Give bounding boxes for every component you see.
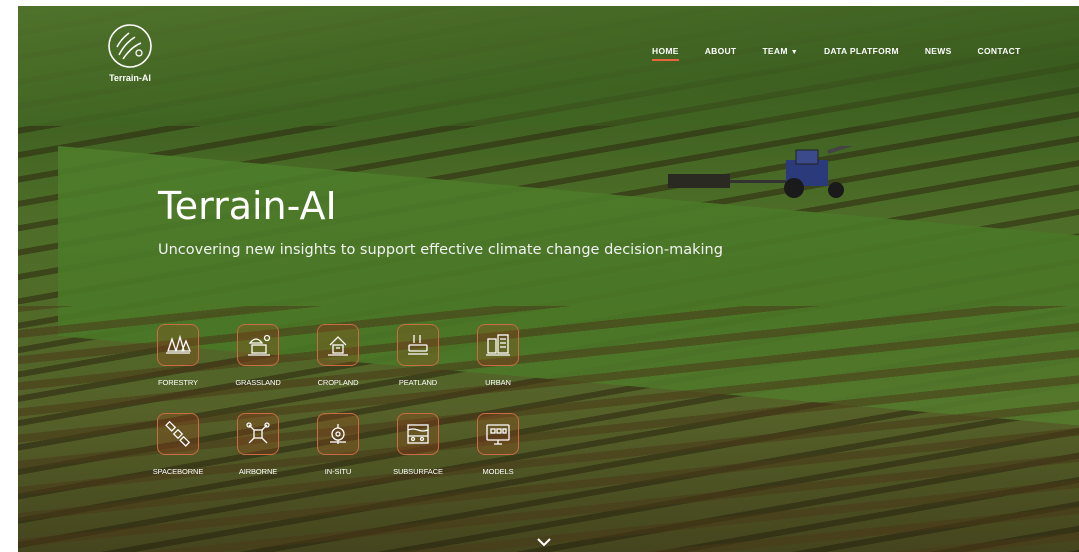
nav-team-label: TEAM: [762, 46, 788, 56]
monitor-model-icon: [486, 424, 510, 445]
peatland-icon: [408, 335, 428, 355]
cropland-icon: [328, 336, 348, 356]
hero-subtitle: Uncovering new insights to support effec…: [158, 242, 723, 258]
terrain-ai-logo-icon: [108, 24, 152, 68]
nav-news[interactable]: NEWS: [925, 46, 952, 56]
category-spaceborne[interactable]: SPACEBORNE: [138, 413, 218, 476]
category-forestry[interactable]: FORESTRY: [138, 324, 218, 387]
nav-about[interactable]: ABOUT: [705, 46, 737, 56]
logo-text: Terrain-AI: [109, 73, 151, 83]
hero-background: Terrain-AI HOME ABOUT TEAM ▼ DATA PLATFOR…: [18, 6, 1079, 552]
scroll-down-icon[interactable]: [536, 536, 552, 548]
nav-home[interactable]: HOME: [652, 46, 679, 61]
urban-icon: [486, 334, 510, 356]
category-grassland[interactable]: GRASSLAND: [218, 324, 298, 387]
tractor-image: [668, 146, 858, 198]
drone-icon: [246, 422, 270, 444]
forest-icon: [166, 334, 191, 354]
category-airborne[interactable]: AIRBORNE: [218, 413, 298, 476]
grassland-icon: [248, 334, 271, 356]
satellite-icon: [165, 420, 191, 447]
category-cropland[interactable]: CROPLAND: [298, 324, 378, 387]
nav-data-platform[interactable]: DATA PLATFORM: [824, 46, 899, 56]
category-in-situ[interactable]: IN-SITU: [298, 413, 378, 476]
category-models[interactable]: MODELS: [458, 413, 538, 476]
sensor-icon: [330, 424, 346, 444]
hero-title: Terrain-AI: [158, 184, 337, 228]
chevron-down-icon: ▼: [790, 49, 798, 56]
nav-contact[interactable]: CONTACT: [978, 46, 1021, 56]
category-urban[interactable]: URBAN: [458, 324, 538, 387]
nav-team[interactable]: TEAM ▼: [762, 46, 798, 56]
soil-layers-icon: [407, 424, 429, 444]
category-subsurface[interactable]: SUBSURFACE: [378, 413, 458, 476]
category-peatland[interactable]: PEATLAND: [378, 324, 458, 387]
main-nav: HOME ABOUT TEAM ▼ DATA PLATFORM NEWS CONT…: [652, 46, 1047, 61]
brand-logo[interactable]: Terrain-AI: [100, 21, 160, 83]
